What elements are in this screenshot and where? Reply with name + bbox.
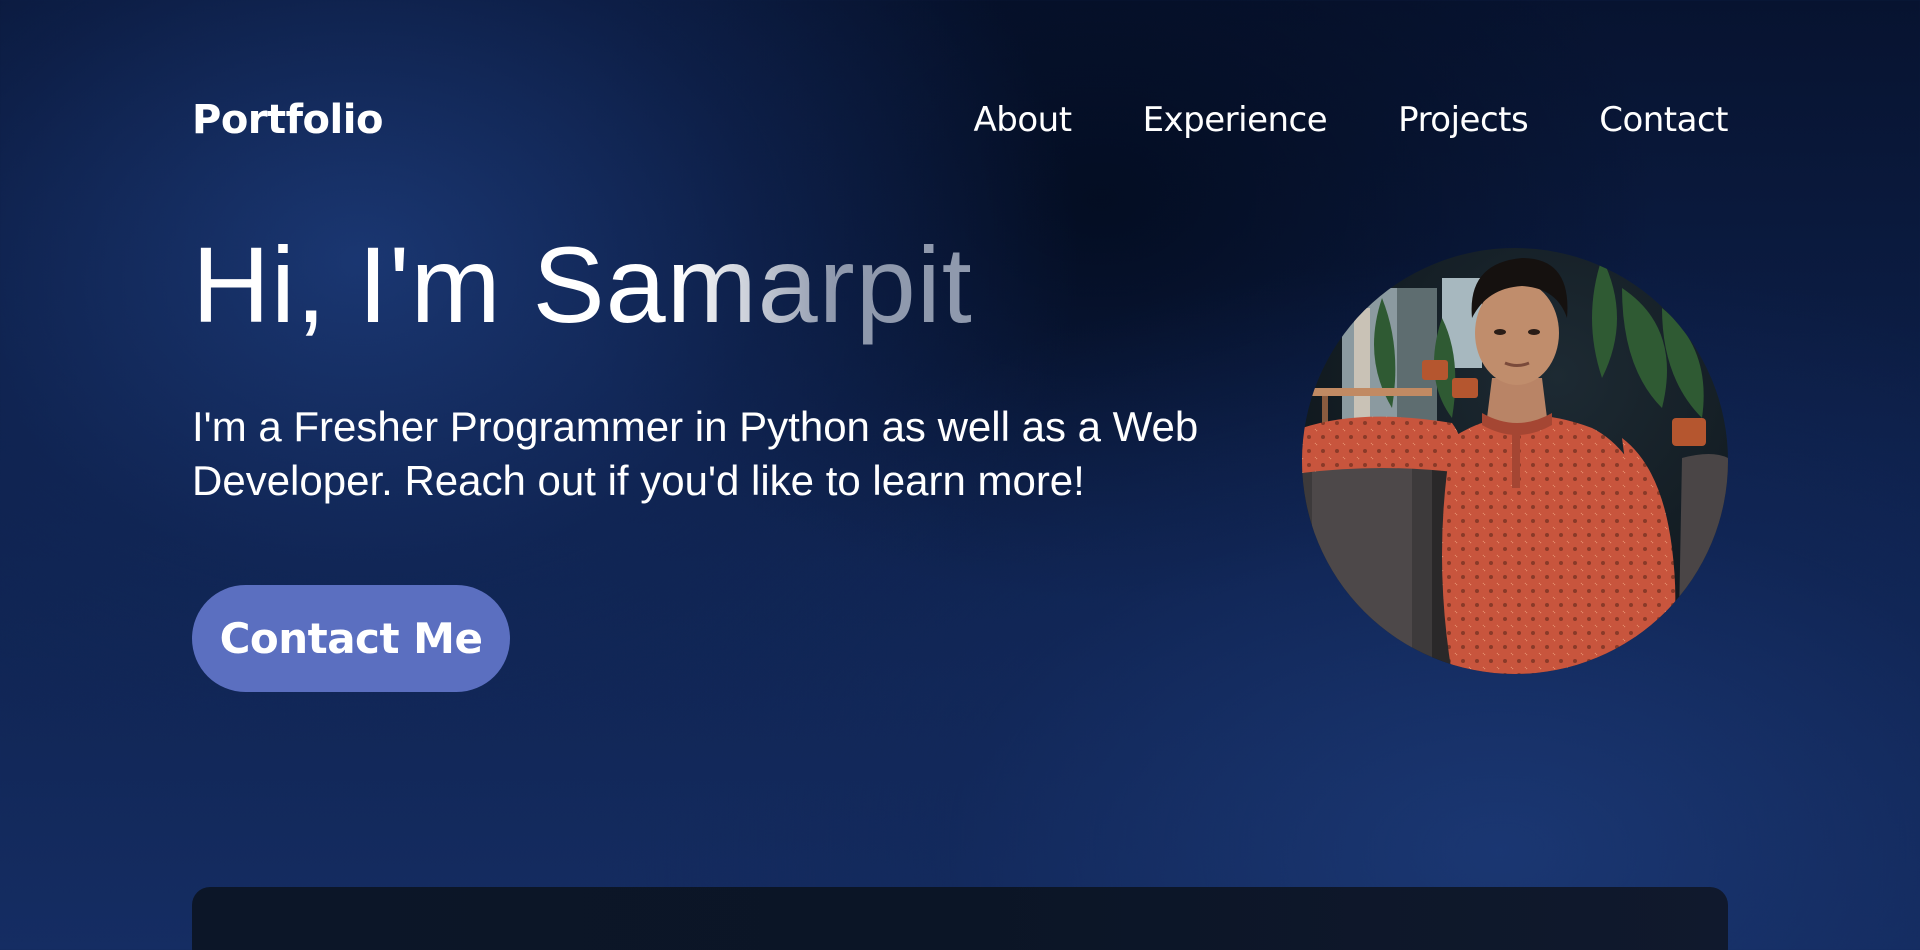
nav-link-experience[interactable]: Experience bbox=[1143, 92, 1328, 148]
hero-title: Hi, I'm Samarpit bbox=[192, 222, 973, 348]
nav-link-projects[interactable]: Projects bbox=[1398, 92, 1529, 148]
site-logo[interactable]: Portfolio bbox=[192, 92, 383, 148]
nav-link-contact[interactable]: Contact bbox=[1599, 92, 1728, 148]
top-navigation: Portfolio About Experience Projects Cont… bbox=[192, 92, 1728, 148]
contact-me-button[interactable]: Contact Me bbox=[192, 585, 510, 692]
hero-description: I'm a Fresher Programmer in Python as we… bbox=[192, 403, 1199, 504]
nav-links: About Experience Projects Contact bbox=[974, 92, 1729, 148]
about-section-panel bbox=[192, 887, 1728, 950]
nav-link-about[interactable]: About bbox=[974, 92, 1073, 148]
profile-photo bbox=[1302, 248, 1728, 674]
